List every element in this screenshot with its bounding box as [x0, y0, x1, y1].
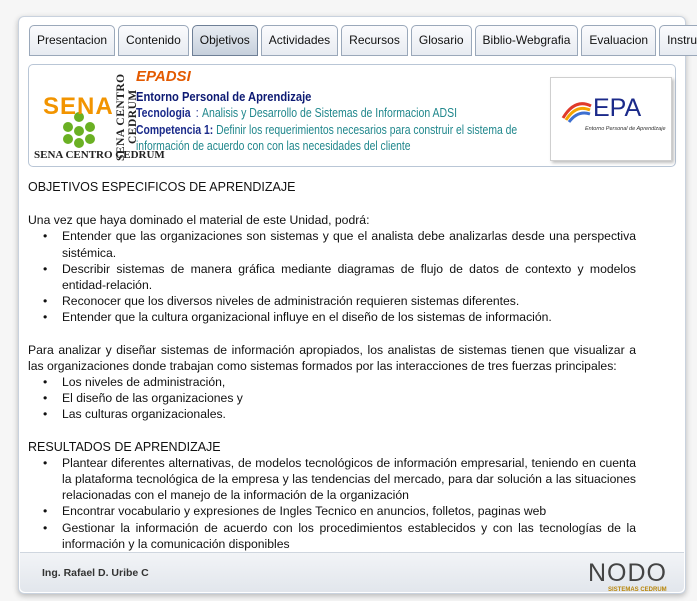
list-item: Gestionar la información de acuerdo con … [38, 520, 636, 552]
tab-contenido[interactable]: Contenido [118, 25, 189, 56]
list-item: Las culturas organizacionales. [38, 406, 636, 422]
results-list: Plantear diferentes alternativas, de mod… [38, 455, 636, 552]
tab-glosario[interactable]: Glosario [410, 25, 472, 56]
nodo-logo: NODO [588, 559, 667, 587]
epa-logo-text: EPA [593, 94, 642, 122]
epa-logo: EPA Entorno Personal de Aprendizaje [550, 77, 672, 161]
nodo-subtitle: SISTEMAS CEDRUM [608, 587, 667, 593]
tab-objetivos[interactable]: Objetivos [191, 25, 258, 56]
tab-actividades[interactable]: Actividades [260, 25, 339, 56]
forces-paragraph: Para analizar y diseñar sistemas de info… [28, 342, 636, 373]
list-item: Encontrar vocabulario y expresiones de I… [38, 503, 636, 519]
list-item: Reconocer que los diversos niveles de ad… [38, 293, 636, 309]
tecnologia-row: Tecnologia: Analisis y Desarrollo de Sist… [136, 106, 458, 120]
entorno-title: Entorno Personal de Aprendizaje [136, 89, 312, 104]
list-item: Entender que la cultura organizacional i… [38, 309, 636, 325]
list-item: El diseño de las organizaciones y [38, 390, 636, 406]
forces-list: Los niveles de administración, El diseño… [38, 374, 636, 423]
tab-evaluacion[interactable]: Evaluacion [581, 25, 657, 56]
tab-biblio-webgrafia[interactable]: Biblio-Webgrafia [474, 25, 579, 56]
sena-logo-text: SENA [43, 93, 114, 120]
intro-text: Una vez que haya dominado el material de… [28, 213, 370, 228]
objectives-content: OBJETIVOS ESPECIFICOS DE APRENDIZAJE Una… [28, 179, 636, 552]
tecnologia-value: Analisis y Desarrollo de Sistemas de Inf… [201, 106, 458, 120]
tab-presentacion[interactable]: Presentacion [29, 25, 116, 56]
heading-resultados: RESULTADOS DE APRENDIZAJE [28, 439, 221, 454]
list-item: Plantear diferentes alternativas, de mod… [38, 455, 636, 504]
footer: Ing. Rafael D. Uribe C NODO SISTEMAS CED… [20, 552, 684, 593]
objectives-list: Entender que las organizaciones son sist… [38, 228, 636, 325]
list-item: Entender que las organizaciones son sist… [38, 228, 636, 260]
tab-bar: Presentacion Contenido Objetivos Activid… [29, 25, 697, 56]
course-banner: SENA SENA CENTRO CEDRUM SENA CENTRO CEDR… [28, 64, 676, 167]
competencia-label: Competencia 1: [136, 123, 214, 137]
instructor-name: Ing. Rafael D. Uribe C [42, 567, 149, 579]
list-item: Describir sistemas de manera gráfica med… [38, 261, 636, 293]
epa-subtitle: Entorno Personal de Aprendizaje [585, 126, 666, 132]
tecnologia-label: Tecnologia [136, 106, 191, 120]
main-panel: Presentacion Contenido Objetivos Activid… [18, 16, 697, 594]
list-item: Los niveles de administración, [38, 374, 636, 390]
epadsi-title: EPADSI [136, 68, 191, 85]
competencia-row: Competencia 1: Definir los requerimiento… [136, 122, 555, 154]
tab-recursos[interactable]: Recursos [341, 25, 408, 56]
tab-instructor[interactable]: Instructor [659, 25, 697, 56]
sena-center-vertical-text: SENA CENTRO CEDRUM [115, 73, 139, 161]
heading-objetivos: OBJETIVOS ESPECIFICOS DE APRENDIZAJE [28, 180, 296, 194]
